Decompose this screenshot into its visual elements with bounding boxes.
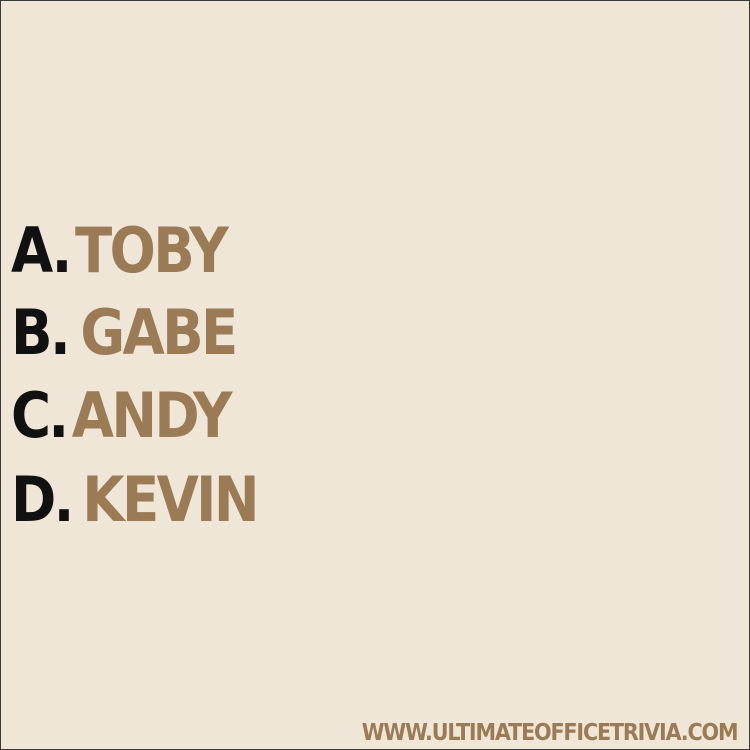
option-answer: ANDY (71, 379, 233, 452)
option-c: C.ANDY (11, 385, 233, 447)
option-letter: B. (11, 296, 71, 369)
option-letter: C. (11, 379, 69, 452)
option-letter: D. (11, 463, 74, 536)
option-answer: GABE (80, 296, 238, 369)
trivia-card: A.TOBY B. GABE C.ANDY D. KEVIN WWW.ULTIMAT… (0, 0, 750, 750)
website-url: WWW.ULTIMATEOFFICETRIVIA.COM (361, 720, 738, 746)
option-d: D. KEVIN (11, 469, 259, 531)
option-answer: KEVIN (82, 463, 259, 536)
option-answer: TOBY (74, 214, 229, 287)
option-letter: A. (11, 214, 72, 287)
option-b: B. GABE (11, 302, 238, 364)
option-a: A.TOBY (11, 220, 229, 282)
